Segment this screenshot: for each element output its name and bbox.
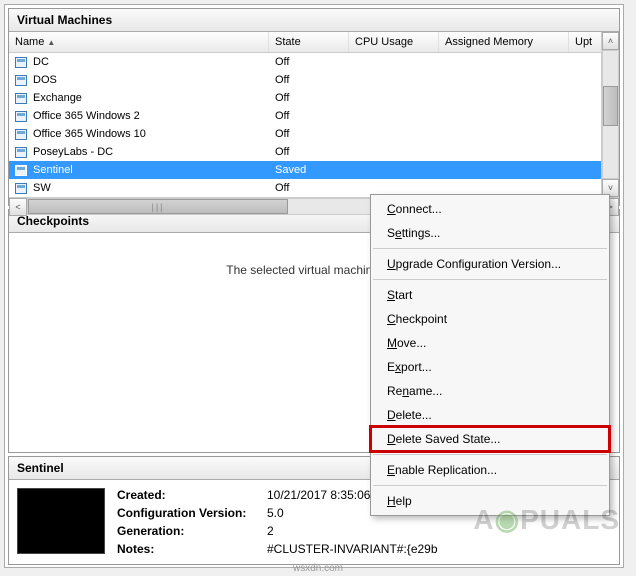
created-label: Created: <box>117 488 267 502</box>
menu-item[interactable]: Move... <box>371 331 609 355</box>
table-row[interactable]: Sentinel Saved <box>9 161 619 179</box>
column-name[interactable]: Name ▲ <box>9 32 269 52</box>
vm-state: Off <box>269 110 349 122</box>
table-row[interactable]: Exchange Off <box>9 89 619 107</box>
vm-name: DC <box>33 56 49 68</box>
vm-name: Office 365 Windows 2 <box>33 110 140 122</box>
column-state[interactable]: State <box>269 32 349 52</box>
menu-item[interactable]: Enable Replication... <box>371 458 609 482</box>
vm-state: Off <box>269 56 349 68</box>
vm-icon <box>15 183 27 194</box>
vm-icon <box>15 147 27 158</box>
vm-icon <box>15 129 27 140</box>
vm-state: Saved <box>269 164 349 176</box>
table-row[interactable]: PoseyLabs - DC Off <box>9 143 619 161</box>
menu-separator <box>373 248 607 249</box>
vm-name: SW <box>33 182 51 194</box>
watermark: A◉PUALS <box>473 503 620 536</box>
vm-state: Off <box>269 92 349 104</box>
virtual-machines-panel: Virtual Machines Name ▲ State CPU Usage … <box>8 8 620 206</box>
column-cpu[interactable]: CPU Usage <box>349 32 439 52</box>
vm-icon <box>15 57 27 68</box>
panel-title: Sentinel <box>17 461 64 475</box>
vm-state: Off <box>269 182 349 194</box>
context-menu: Connect...Settings... Upgrade Configurati… <box>370 194 610 516</box>
table-row[interactable]: DOS Off <box>9 71 619 89</box>
vm-state: Off <box>269 146 349 158</box>
vm-name: Office 365 Windows 10 <box>33 128 146 140</box>
footer-text: wsxdn.com <box>293 563 343 574</box>
vm-icon <box>15 111 27 122</box>
table-row[interactable]: DC Off <box>9 53 619 71</box>
vm-icon <box>15 75 27 86</box>
vm-state: Off <box>269 128 349 140</box>
scroll-left-button[interactable]: < <box>9 198 27 216</box>
vm-state: Off <box>269 74 349 86</box>
notes-value: #CLUSTER-INVARIANT#:{e29b <box>267 542 438 556</box>
menu-separator <box>373 485 607 486</box>
scroll-up-button[interactable]: ˄ <box>602 32 619 50</box>
vm-name: PoseyLabs - DC <box>33 146 113 158</box>
sort-asc-icon: ▲ <box>47 38 55 47</box>
menu-item[interactable]: Settings... <box>371 221 609 245</box>
vm-icon <box>15 93 27 104</box>
column-headers: Name ▲ State CPU Usage Assigned Memory U… <box>9 32 619 53</box>
panel-header[interactable]: Virtual Machines <box>9 9 619 32</box>
menu-separator <box>373 454 607 455</box>
table-row[interactable]: Office 365 Windows 2 Off <box>9 107 619 125</box>
vscroll-thumb[interactable] <box>603 86 618 126</box>
menu-item[interactable]: Delete Saved State... <box>371 427 609 451</box>
menu-separator <box>373 279 607 280</box>
config-version-label: Configuration Version: <box>117 506 267 520</box>
menu-item[interactable]: Connect... <box>371 197 609 221</box>
menu-item[interactable]: Rename... <box>371 379 609 403</box>
menu-item[interactable]: Checkpoint <box>371 307 609 331</box>
menu-item[interactable]: Upgrade Configuration Version... <box>371 252 609 276</box>
vm-icon <box>15 165 27 176</box>
generation-value: 2 <box>267 524 438 538</box>
vm-name: Sentinel <box>33 164 73 176</box>
vm-thumbnail <box>17 488 105 554</box>
menu-item[interactable]: Export... <box>371 355 609 379</box>
notes-label: Notes: <box>117 542 267 556</box>
panel-title: Virtual Machines <box>17 13 112 27</box>
generation-label: Generation: <box>117 524 267 538</box>
vertical-scrollbar[interactable]: ˄ ˅ <box>601 32 619 197</box>
vm-name: Exchange <box>33 92 82 104</box>
scroll-thumb[interactable]: ||| <box>28 199 288 214</box>
table-row[interactable]: Office 365 Windows 10 Off <box>9 125 619 143</box>
menu-item[interactable]: Start <box>371 283 609 307</box>
vm-name: DOS <box>33 74 57 86</box>
menu-item[interactable]: Delete... <box>371 403 609 427</box>
panel-title: Checkpoints <box>17 214 89 228</box>
column-memory[interactable]: Assigned Memory <box>439 32 569 52</box>
